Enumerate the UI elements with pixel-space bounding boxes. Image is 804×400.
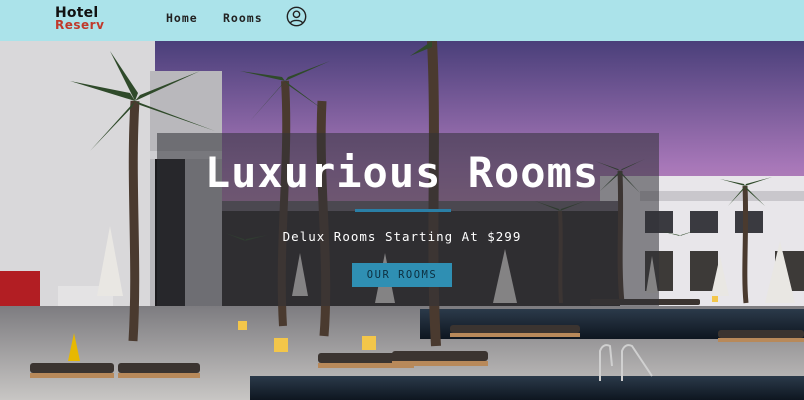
hero-subtitle: Delux Rooms Starting At $299 [282, 229, 522, 244]
user-account-icon[interactable] [286, 6, 307, 27]
title-divider [355, 209, 451, 212]
logo-line-2: Reserv [55, 18, 105, 32]
hero-title: Luxurious Rooms [204, 148, 600, 197]
logo[interactable]: Hotel Reserv [55, 6, 115, 34]
nav-rooms-link[interactable]: Rooms [223, 11, 263, 25]
hero-section: Luxurious Rooms Delux Rooms Starting At … [0, 41, 804, 400]
navbar: Hotel Reserv Home Rooms [0, 0, 804, 41]
nav-home-link[interactable]: Home [166, 11, 198, 25]
our-rooms-button[interactable]: OUR ROOMS [352, 263, 452, 287]
